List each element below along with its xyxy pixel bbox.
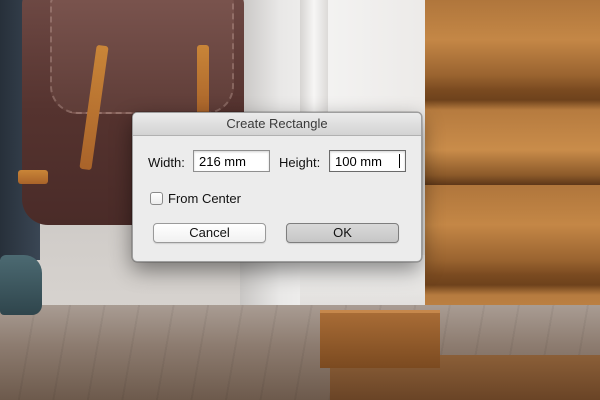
background-stair-base (320, 310, 440, 368)
cancel-button[interactable]: Cancel (153, 223, 266, 243)
ok-button[interactable]: OK (286, 223, 399, 243)
height-label: Height: (279, 155, 321, 170)
width-label: Width: (148, 155, 185, 170)
width-input[interactable] (193, 150, 270, 172)
height-input[interactable] (329, 150, 406, 172)
from-center-label[interactable]: From Center (168, 191, 241, 206)
text-caret (399, 154, 400, 168)
background-backpack-strap (197, 45, 209, 115)
create-rectangle-dialog: Create Rectangle Width: Height: From Cen… (132, 112, 422, 262)
background-person-shoe (0, 255, 42, 315)
dialog-title: Create Rectangle (133, 113, 421, 136)
from-center-checkbox[interactable] (150, 192, 163, 205)
background-backpack-strap (18, 170, 48, 184)
